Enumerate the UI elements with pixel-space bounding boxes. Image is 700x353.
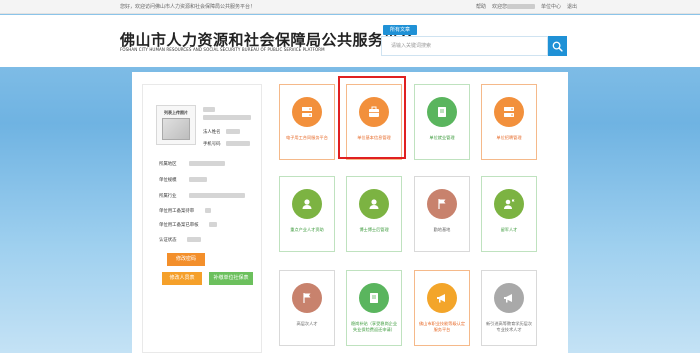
tile-military-talent[interactable]: 留军人才 [481,176,537,252]
search-button[interactable] [548,36,567,56]
field-legal-person: 法人姓名 [203,130,221,135]
profile-panel: 列表上传照片 法人姓名 手机号码 所属地区 单位规模 所属行业 单位用工备案待审… [142,84,262,353]
tile-unit-employment[interactable]: 单位就业管理 [414,84,470,160]
tile-job-stabilization[interactable]: 稳岗补贴（享受稳岗企业失业保险费返还申请） [346,270,402,346]
search-tab[interactable]: 所有文章 [383,25,417,35]
alter-info-button[interactable]: 修改人员表 [162,272,202,285]
field-region: 所属地区 [159,162,177,167]
book-icon [438,107,446,117]
site-title-en: FOSHAN CITY HUMAN RESOURCES AND SOCIAL S… [120,47,325,52]
redacted-text [203,107,215,112]
avatar-image [162,118,190,140]
field-size: 单位规模 [159,178,177,183]
field-certification: 认证状态 [159,238,177,243]
field-phone: 手机号码 [203,142,221,147]
tile-electronic-contract[interactable]: 电子用工合同服务平台 [279,84,335,160]
book-icon [370,293,378,303]
flag-icon [438,199,446,209]
tile-label: 勤地基地 [433,227,451,232]
tile-label: 单位招聘管理 [496,135,522,140]
redacted-value [226,129,240,134]
top-bar: 您好，欢迎访问佛山市人力资源和社会保障局公共服务平台！ 帮助 欢迎您 单位中心 … [0,0,700,14]
field-employment-approved: 单位用工备案已审核 [159,223,199,228]
header: 佛山市人力资源和社会保障局公共服务平台 FOSHAN CITY HUMAN RE… [0,15,700,67]
tile-label: 单位就业管理 [429,135,455,140]
tile-base[interactable]: 勤地基地 [414,176,470,252]
greeting-text: 欢迎您 [492,0,535,14]
tile-skill-certification[interactable]: 佛山市职业技能等级认定服务平台 [414,270,470,346]
welcome-text: 您好，欢迎访问佛山市人力资源和社会保障局公共服务平台！ [120,4,256,10]
avatar[interactable]: 列表上传照片 [156,105,196,145]
tile-label: 留军人才 [500,227,518,232]
redacted-value [226,141,250,146]
flag-icon [303,293,311,303]
redacted-value [189,193,245,198]
redacted-value [189,177,207,182]
tile-label: 电子用工合同服务平台 [286,135,328,140]
tile-postdoc[interactable]: 博士博士后管理 [346,176,402,252]
selection-highlight [338,76,406,159]
search-icon [552,41,563,52]
tile-label: 佛山市职业技能等级认定服务平台 [418,321,466,332]
redacted-value [189,161,225,166]
server-icon [302,107,312,117]
change-password-button[interactable]: 修改密码 [167,253,205,266]
user-icon [369,199,379,209]
tile-label: 新引进高等教育学历层次专业技术人才 [485,321,533,332]
help-link[interactable]: 帮助 [476,0,486,14]
tile-label: 博士博士后管理 [359,227,389,232]
modify-info-button[interactable]: 补缴单位社保表 [209,272,253,285]
server-icon [504,107,514,117]
redacted-value [187,237,201,242]
field-industry: 所属行业 [159,194,177,199]
megaphone-icon [504,294,512,303]
tile-label: 高层次人才 [296,321,318,326]
megaphone-icon [437,294,445,303]
tile-new-introduced-talent[interactable]: 新引进高等教育学历层次专业技术人才 [481,270,537,346]
logout-link[interactable]: 退出 [567,0,577,14]
avatar-caption: 列表上传照片 [164,110,188,115]
tile-label: 稳岗补贴（享受稳岗企业失业保险费返还申请） [350,321,398,332]
redacted-value [205,208,211,213]
unit-center-link[interactable]: 单位中心 [541,0,561,14]
tile-label: 重点产业人才资助 [290,227,324,232]
top-right-links: 帮助 欢迎您 单位中心 退出 [476,0,577,14]
redacted-text [203,115,251,120]
person-flag-icon [504,199,515,209]
service-tiles: 电子用工合同服务平台 单位基本信息管理 单位就业管理 单位招聘管理 重点产业人才… [270,84,566,353]
redacted-value [209,222,217,227]
tile-high-level-talent[interactable]: 高层次人才 [279,270,335,346]
tile-unit-recruitment[interactable]: 单位招聘管理 [481,84,537,160]
tile-industry-talent[interactable]: 重点产业人才资助 [279,176,335,252]
user-icon [302,199,312,209]
field-employment-pending: 单位用工备案待审 [159,209,195,214]
search-input[interactable]: 请输入关键词搜索 [381,36,548,56]
